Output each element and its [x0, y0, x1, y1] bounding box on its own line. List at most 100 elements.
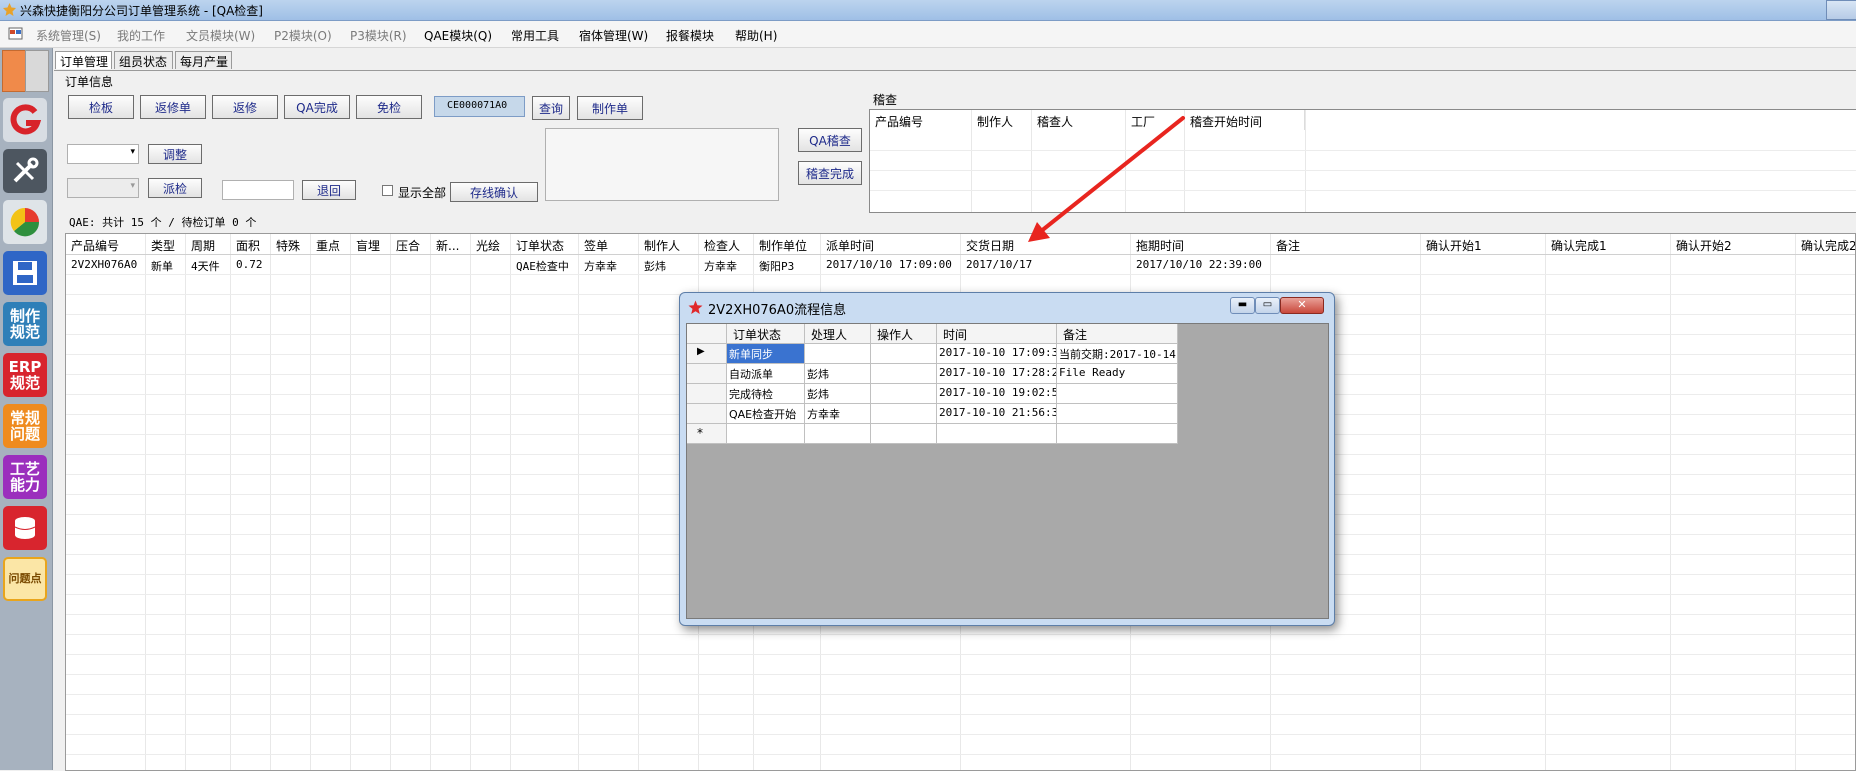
flow-cell-note[interactable]	[1057, 384, 1178, 404]
app-menu-icon[interactable]	[8, 26, 23, 41]
cell-area: 0.72	[236, 258, 263, 271]
flow-col-status: 订单状态	[727, 324, 805, 344]
dock-logo-button[interactable]	[3, 98, 47, 142]
flow-cell-operator[interactable]	[871, 384, 937, 404]
tab-member-status[interactable]: 组员状态	[114, 51, 173, 69]
dock-issue-button[interactable]: 问题点	[3, 557, 47, 601]
dialog-minimize-button[interactable]: ▬	[1230, 297, 1255, 314]
flow-cell-operator[interactable]	[871, 364, 937, 384]
flow-cell-handler[interactable]: 彭炜	[805, 364, 871, 384]
row-selector[interactable]	[687, 364, 727, 384]
cell-type: 新单	[151, 260, 173, 273]
flow-col-note: 备注	[1057, 324, 1178, 344]
row-selector-current[interactable]: ▶	[687, 344, 727, 364]
flow-cell-handler[interactable]: 彭炜	[805, 384, 871, 404]
menu-p3[interactable]: P3模块(R)	[350, 27, 407, 44]
flow-new-cell[interactable]	[1057, 424, 1178, 444]
adjust-button[interactable]: 调整	[148, 144, 202, 164]
database-icon	[14, 517, 36, 539]
dock-faq-button[interactable]: 常规问题	[3, 404, 47, 448]
dock-orange-tile[interactable]	[2, 50, 26, 92]
dock-capability-button[interactable]: 工艺能力	[3, 455, 47, 499]
col-new: 新...	[431, 234, 471, 254]
dispatch-select[interactable]: ▾	[67, 178, 139, 198]
return-repair-button[interactable]: 返修	[212, 95, 278, 119]
new-row-marker[interactable]: *	[687, 424, 727, 444]
order-number-input[interactable]: CE000071A0	[434, 96, 525, 117]
cell-cycle: 4天件	[191, 260, 220, 273]
qa-done-button[interactable]: QA完成	[284, 95, 350, 119]
audit-col-auditor: 稽查人	[1032, 110, 1126, 130]
col-confirm-start-2: 确认开始2	[1671, 234, 1796, 254]
dock-chart-button[interactable]	[3, 200, 47, 244]
maximize-icon: ▭	[1262, 299, 1273, 310]
flow-cell-operator[interactable]	[871, 404, 937, 424]
dock-save-button[interactable]	[3, 251, 47, 295]
dock-spec-button[interactable]: 制作规范	[3, 302, 47, 346]
menu-help[interactable]: 帮助(H)	[735, 27, 777, 44]
audit-col-product: 产品编号	[870, 110, 972, 130]
audit-label: 稽查	[873, 93, 898, 107]
dock-grey-tile[interactable]	[25, 50, 49, 92]
flow-cell-status[interactable]: 自动派单	[727, 364, 805, 384]
stock-confirm-button[interactable]: 存线确认	[450, 182, 538, 202]
flow-cell-status[interactable]: 新单同步	[727, 344, 805, 364]
show-all-label: 显示全部	[398, 186, 447, 200]
dock-erp-button[interactable]: ERP规范	[3, 353, 47, 397]
return-button[interactable]: 退回	[302, 180, 356, 200]
flow-cell-time[interactable]: 2017-10-10 17:28:22	[937, 364, 1057, 384]
audit-done-button[interactable]: 稽查完成	[798, 161, 862, 185]
col-unit: 制作单位	[754, 234, 821, 254]
row-selector[interactable]	[687, 384, 727, 404]
dock-database-button[interactable]	[3, 506, 47, 550]
minimize-button[interactable]	[1826, 0, 1856, 20]
flow-cell-note[interactable]: File Ready	[1057, 364, 1178, 384]
audit-col-factory: 工厂	[1126, 110, 1185, 130]
menu-meal[interactable]: 报餐模块	[666, 27, 714, 44]
menu-system[interactable]: 系统管理(S)	[36, 27, 101, 44]
flow-cell-handler[interactable]: 方幸幸	[805, 404, 871, 424]
qa-audit-button[interactable]: QA稽查	[798, 128, 862, 152]
show-all-checkbox[interactable]	[382, 185, 393, 196]
row-selector[interactable]	[687, 404, 727, 424]
flow-new-cell[interactable]	[937, 424, 1057, 444]
make-order-button[interactable]: 制作单	[577, 96, 643, 120]
dispatch-button[interactable]: 派检	[148, 178, 202, 198]
notes-textarea[interactable]	[545, 128, 779, 201]
col-signer: 签单	[579, 234, 639, 254]
flow-new-cell[interactable]	[805, 424, 871, 444]
menu-my-work[interactable]: 我的工作	[117, 27, 165, 44]
pie-chart-icon	[10, 207, 40, 237]
menu-dorm[interactable]: 宿体管理(W)	[579, 27, 648, 44]
return-reason-input[interactable]	[222, 180, 294, 200]
flow-cell-time[interactable]: 2017-10-10 17:09:37	[937, 344, 1057, 364]
dialog-close-button[interactable]: ✕	[1280, 297, 1324, 314]
col-delay-time: 拖期时间	[1131, 234, 1271, 254]
flow-cell-operator[interactable]	[871, 344, 937, 364]
title-bar: 兴森快捷衡阳分公司订单管理系统 - [QA检查]	[0, 0, 1856, 21]
tab-monthly-output[interactable]: 每月产量	[175, 51, 232, 69]
return-repair-order-button[interactable]: 返修单	[140, 95, 206, 119]
adjust-select[interactable]: ▾	[67, 144, 139, 164]
tab-order-management[interactable]: 订单管理	[55, 51, 112, 69]
flow-new-cell[interactable]	[727, 424, 805, 444]
menu-tools[interactable]: 常用工具	[511, 27, 559, 44]
inspect-button[interactable]: 检板	[68, 95, 134, 119]
menu-qae[interactable]: QAE模块(Q)	[424, 27, 492, 44]
query-button[interactable]: 查询	[532, 96, 570, 120]
dock-tools-button[interactable]	[3, 149, 47, 193]
flow-info-dialog: 2V2XH076A0流程信息 ▬ ▭ ✕ 订单状态 处理人 操作人 时间 备注 …	[679, 292, 1335, 626]
menu-clerk[interactable]: 文员模块(W)	[186, 27, 255, 44]
menu-p2[interactable]: P2模块(O)	[274, 27, 332, 44]
exempt-button[interactable]: 免检	[356, 95, 422, 119]
flow-cell-time[interactable]: 2017-10-10 21:56:33	[937, 404, 1057, 424]
flow-cell-status[interactable]: 完成待检	[727, 384, 805, 404]
flow-cell-handler[interactable]	[805, 344, 871, 364]
flow-cell-time[interactable]: 2017-10-10 19:02:51	[937, 384, 1057, 404]
flow-cell-note[interactable]: 当前交期:2017-10-14	[1057, 344, 1178, 364]
flow-col-handler: 处理人	[805, 324, 871, 344]
flow-cell-note[interactable]	[1057, 404, 1178, 424]
flow-new-cell[interactable]	[871, 424, 937, 444]
flow-cell-status[interactable]: QAE检查开始	[727, 404, 805, 424]
dialog-maximize-button[interactable]: ▭	[1255, 297, 1280, 314]
